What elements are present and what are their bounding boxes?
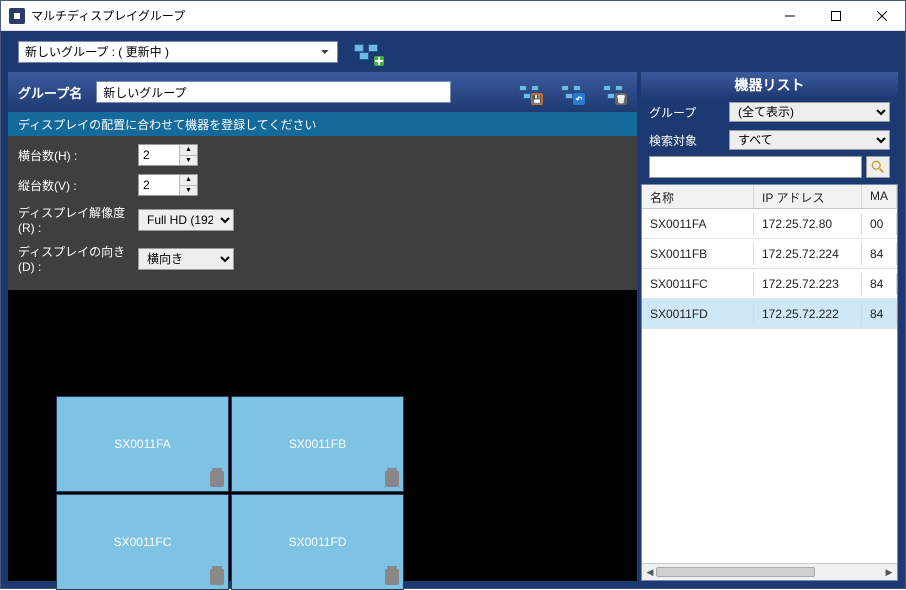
- display-tile-label: SX0011FB: [289, 437, 346, 451]
- display-tile[interactable]: SX0011FC: [56, 494, 229, 590]
- cell-mac: 84: [862, 243, 897, 265]
- search-icon: [871, 160, 885, 174]
- search-input[interactable]: [649, 156, 862, 178]
- save-icon: 💾: [531, 93, 543, 105]
- trash-icon: 🗑: [615, 93, 627, 105]
- search-target-select[interactable]: すべて: [729, 130, 890, 150]
- table-row[interactable]: SX0011FA172.25.72.8000: [642, 209, 897, 239]
- window-maximize-button[interactable]: [813, 1, 859, 31]
- group-name-input[interactable]: [96, 81, 451, 103]
- display-tile-label: SX0011FC: [114, 535, 172, 549]
- trash-icon[interactable]: [210, 569, 224, 585]
- table-row[interactable]: SX0011FD172.25.72.22284: [642, 299, 897, 329]
- window-titlebar: マルチディスプレイグループ: [1, 1, 905, 31]
- cell-ip: 172.25.72.222: [754, 303, 862, 325]
- table-header-ip[interactable]: IP アドレス: [754, 185, 862, 208]
- table-header-mac[interactable]: MA: [862, 185, 897, 208]
- cell-ip: 172.25.72.224: [754, 243, 862, 265]
- cols-up-button[interactable]: ▲: [180, 145, 197, 156]
- undo-group-button[interactable]: ↶: [557, 79, 585, 105]
- window-close-button[interactable]: [859, 1, 905, 31]
- window-minimize-button[interactable]: [767, 1, 813, 31]
- save-group-button[interactable]: 💾: [515, 79, 543, 105]
- table-row[interactable]: SX0011FB172.25.72.22484: [642, 239, 897, 269]
- group-filter-label: グループ: [649, 104, 721, 121]
- trash-icon[interactable]: [385, 569, 399, 585]
- rows-up-button[interactable]: ▲: [180, 175, 197, 186]
- display-tile[interactable]: SX0011FB: [231, 396, 404, 492]
- table-row[interactable]: SX0011FC172.25.72.22384: [642, 269, 897, 299]
- orientation-select[interactable]: 横向き: [138, 248, 234, 270]
- device-list-title: 機器リスト: [641, 72, 898, 98]
- scrollbar-thumb[interactable]: [656, 567, 815, 577]
- cell-name: SX0011FC: [642, 273, 754, 295]
- display-layout-canvas[interactable]: SX0011FA SX0011FB SX0011FC: [8, 290, 637, 581]
- app-icon: [9, 8, 25, 24]
- cell-ip: 172.25.72.80: [754, 213, 862, 235]
- group-select[interactable]: 新しいグループ : ( 更新中 ): [18, 41, 338, 63]
- orientation-label: ディスプレイの向き(D) :: [18, 243, 138, 274]
- display-tile-label: SX0011FA: [114, 437, 170, 451]
- cell-name: SX0011FD: [642, 303, 754, 325]
- group-filter-select[interactable]: (全て表示): [729, 102, 890, 122]
- trash-icon[interactable]: [210, 471, 224, 487]
- resolution-label: ディスプレイ解像度(R) :: [18, 204, 138, 235]
- search-button[interactable]: [866, 156, 890, 178]
- add-group-button[interactable]: [350, 40, 382, 64]
- rows-down-button[interactable]: ▼: [180, 186, 197, 196]
- group-name-label: グループ名: [18, 83, 82, 102]
- undo-icon: ↶: [573, 93, 585, 105]
- rows-input[interactable]: [139, 175, 179, 195]
- display-tile[interactable]: SX0011FD: [231, 494, 404, 590]
- window-title: マルチディスプレイグループ: [31, 7, 185, 24]
- cols-label: 横台数(H) :: [18, 147, 138, 164]
- horizontal-scrollbar[interactable]: [642, 563, 897, 580]
- cell-ip: 172.25.72.223: [754, 273, 862, 295]
- rows-spinner[interactable]: ▲▼: [138, 174, 198, 196]
- display-tile-label: SX0011FD: [289, 535, 347, 549]
- instruction-text: ディスプレイの配置に合わせて機器を登録してください: [8, 112, 637, 136]
- plus-icon: [374, 56, 384, 66]
- cols-down-button[interactable]: ▼: [180, 156, 197, 166]
- rows-label: 縦台数(V) :: [18, 177, 138, 194]
- table-header-name[interactable]: 名称: [642, 185, 754, 208]
- cell-name: SX0011FA: [642, 213, 754, 235]
- search-target-label: 検索対象: [649, 132, 721, 149]
- trash-icon[interactable]: [385, 471, 399, 487]
- cols-spinner[interactable]: ▲▼: [138, 144, 198, 166]
- cell-name: SX0011FB: [642, 243, 754, 265]
- resolution-select[interactable]: Full HD (1920x1080): [138, 209, 234, 231]
- cols-input[interactable]: [139, 145, 179, 165]
- display-tile[interactable]: SX0011FA: [56, 396, 229, 492]
- device-table: 名称 IP アドレス MA SX0011FA172.25.72.8000SX00…: [641, 184, 898, 581]
- cell-mac: 84: [862, 303, 897, 325]
- cell-mac: 00: [862, 213, 897, 235]
- cell-mac: 84: [862, 273, 897, 295]
- delete-group-button[interactable]: 🗑: [599, 79, 627, 105]
- table-header: 名称 IP アドレス MA: [642, 185, 897, 209]
